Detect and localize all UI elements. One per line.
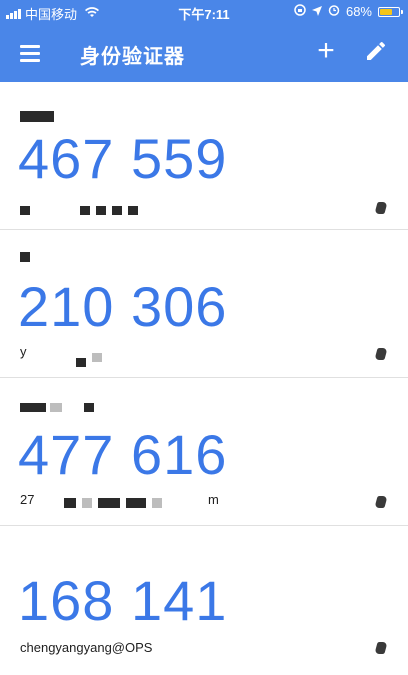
countdown-timer-icon <box>374 348 388 360</box>
account-card[interactable]: 168 141 chengyangyang@OPS <box>0 526 408 675</box>
alarm-icon <box>328 4 340 19</box>
account-name-suffix: m <box>208 492 219 507</box>
issuer-redacted <box>20 250 30 264</box>
otp-code: 477 616 <box>18 423 228 486</box>
issuer-redacted <box>20 109 54 123</box>
account-card[interactable]: 467 559 <box>0 82 408 230</box>
battery-icon <box>378 6 403 17</box>
add-icon[interactable]: + <box>312 36 340 68</box>
status-right: 68% <box>294 4 403 19</box>
otp-code: 168 141 <box>18 569 228 632</box>
account-card[interactable]: 477 616 27 m <box>0 378 408 526</box>
menu-icon[interactable] <box>18 43 42 63</box>
issuer-redacted <box>20 400 94 414</box>
app-title: 身份验证器 <box>80 46 185 68</box>
account-redacted <box>64 498 162 508</box>
status-bar: 中国移动 下午7:11 68% <box>0 0 408 24</box>
rotation-lock-icon <box>294 4 306 19</box>
edit-pencil-icon[interactable] <box>364 39 390 65</box>
countdown-timer-icon <box>374 202 388 214</box>
account-redacted <box>76 348 102 367</box>
countdown-timer-icon <box>374 496 388 508</box>
account-name: 27 <box>20 492 35 507</box>
otp-code: 210 306 <box>18 275 228 338</box>
battery-level <box>380 8 392 15</box>
account-name: y <box>20 344 27 359</box>
app-bar: 身份验证器 + <box>0 24 408 82</box>
account-redacted <box>20 206 138 215</box>
account-name: chengyangyang@OPS <box>20 640 153 655</box>
account-card[interactable]: 210 306 y <box>0 230 408 378</box>
otp-code: 467 559 <box>18 127 228 190</box>
countdown-timer-icon <box>374 642 388 654</box>
location-icon <box>311 4 322 19</box>
battery-percent: 68% <box>345 4 372 19</box>
